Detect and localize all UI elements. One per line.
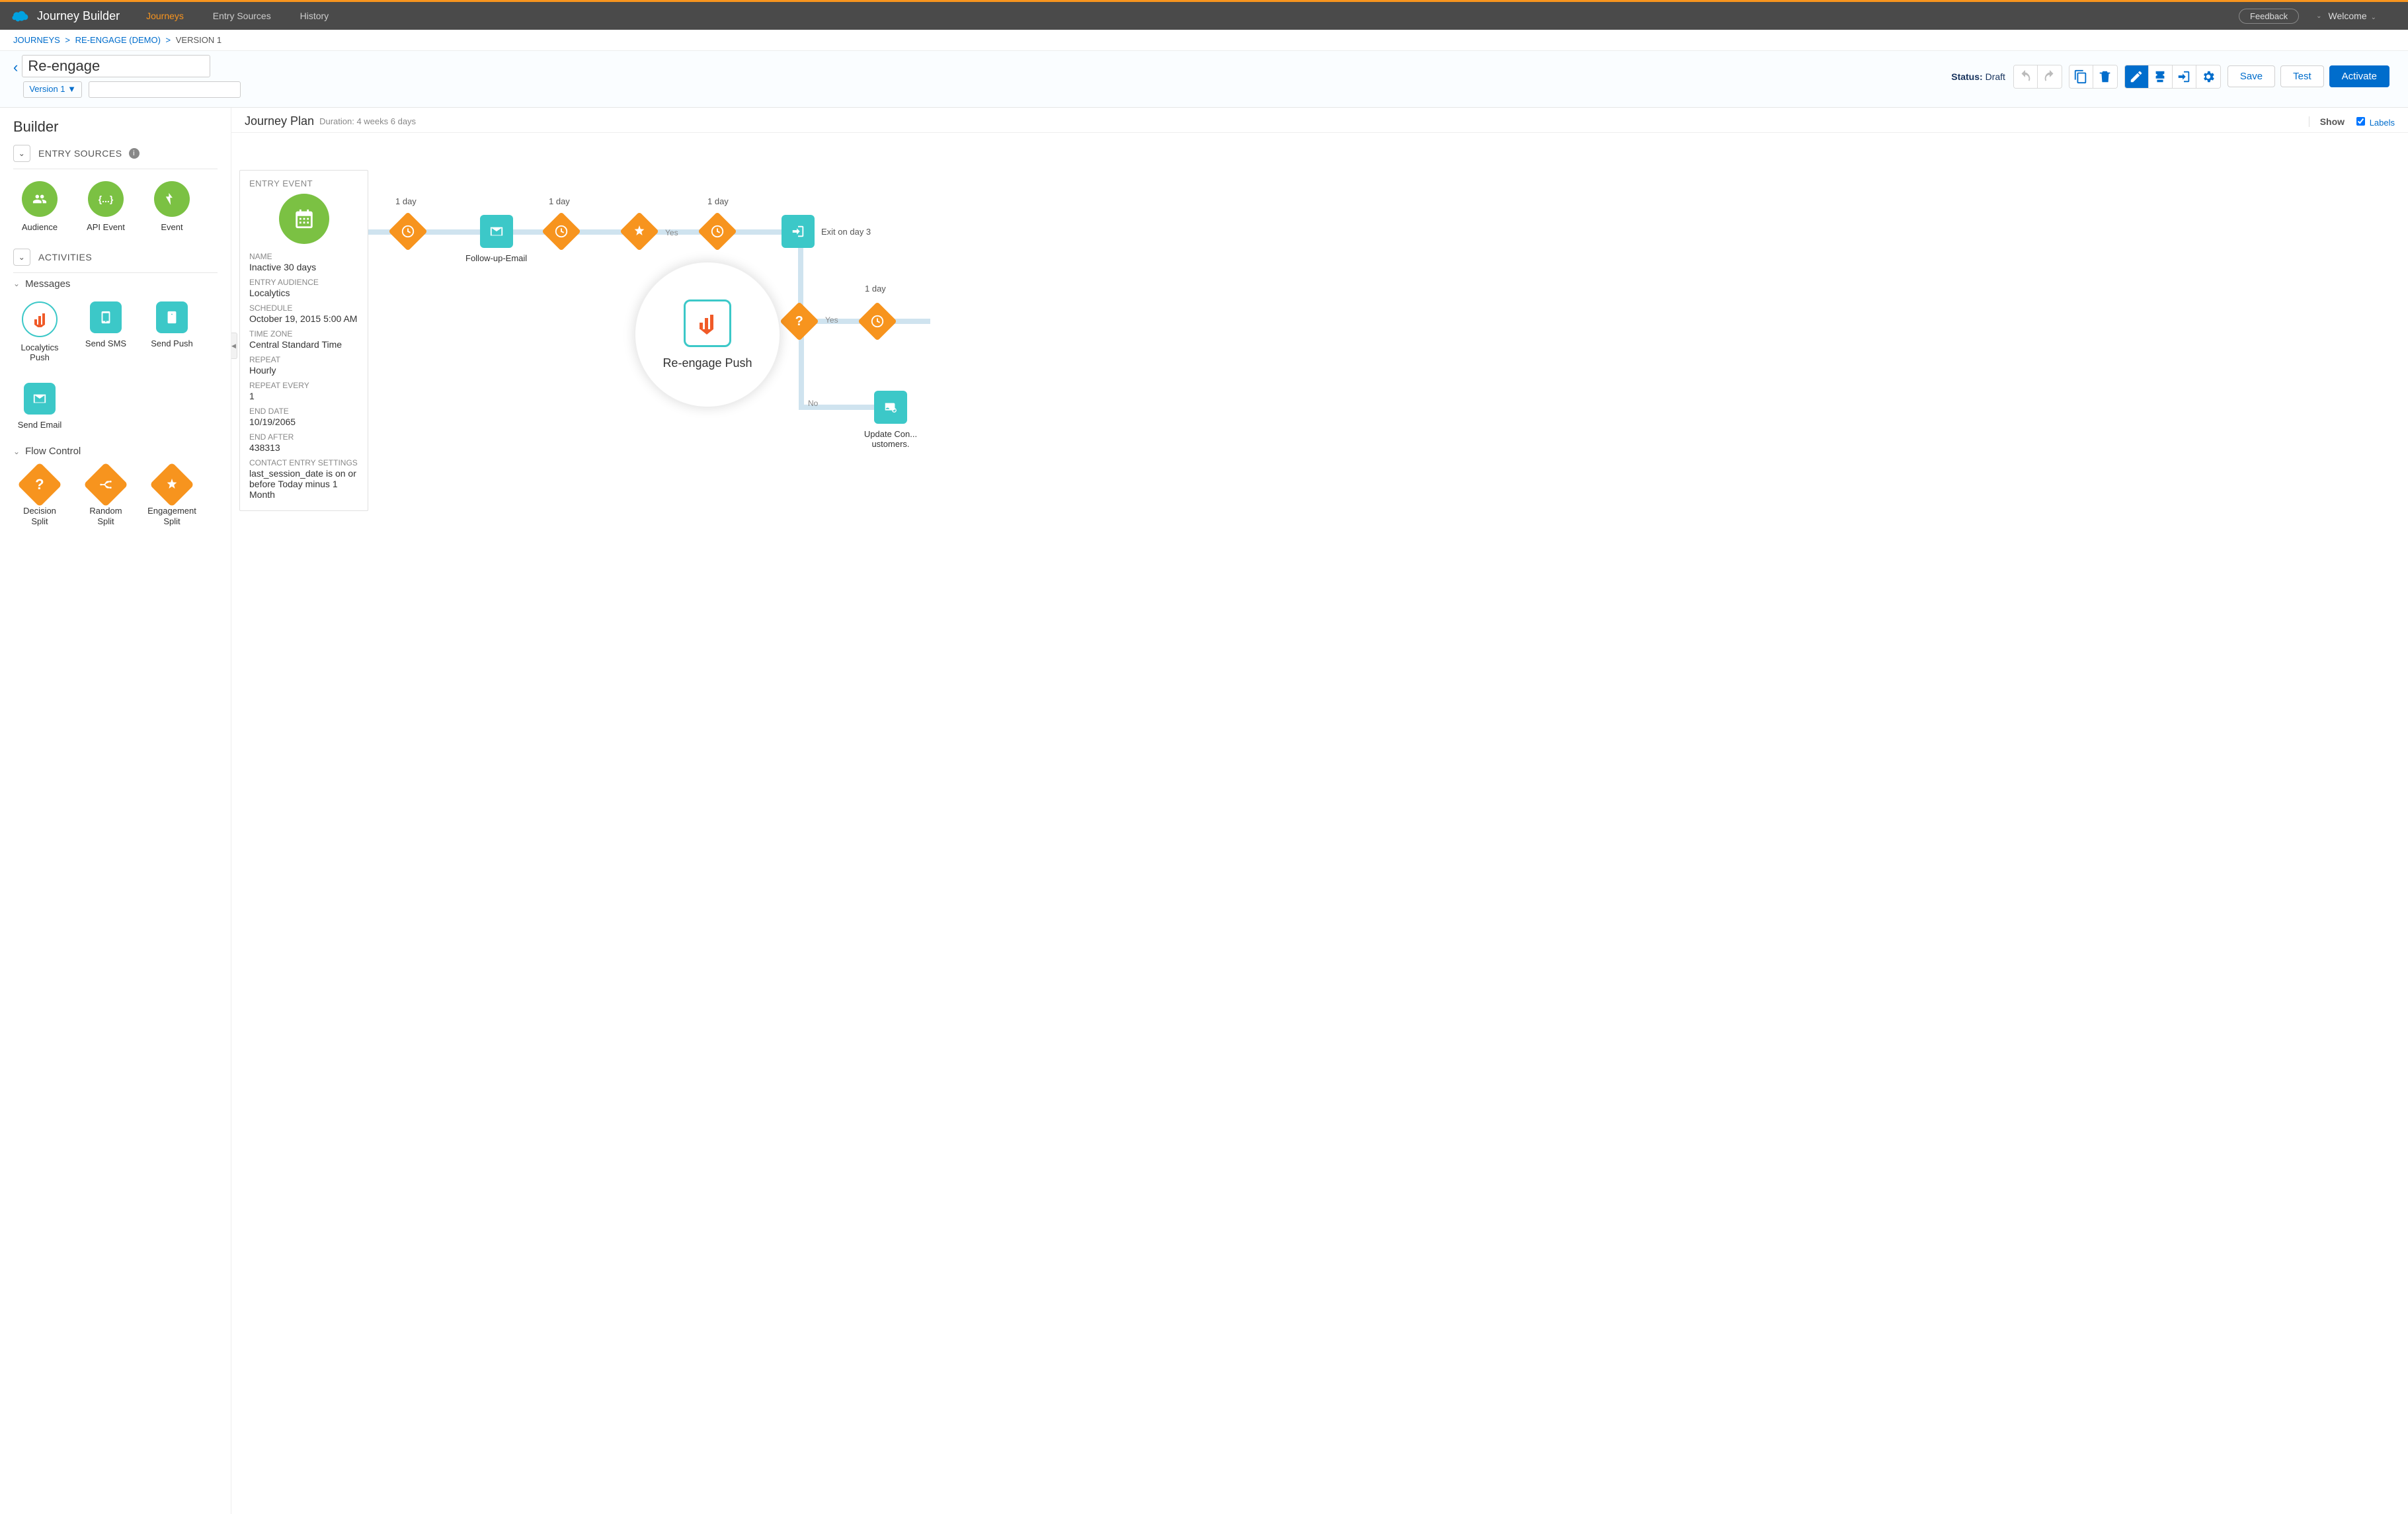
pal-send-email[interactable]: Send Email [16, 383, 63, 430]
node-followup-email[interactable]: Follow-up-Email [465, 215, 527, 263]
zoom-preview: Re-engage Push [635, 262, 780, 407]
copy-button[interactable] [2069, 65, 2093, 88]
node-exit[interactable] [782, 215, 815, 248]
breadcrumb: JOURNEYS > RE-ENGAGE (DEMO) > VERSION 1 [0, 30, 2408, 51]
nav-history[interactable]: History [300, 11, 329, 21]
pal-api-event[interactable]: {...} API Event [82, 181, 130, 233]
sub-flow-control[interactable]: ⌄Flow Control [13, 446, 218, 457]
journey-title-input[interactable] [22, 55, 210, 77]
pal-send-sms[interactable]: Send SMS [82, 301, 130, 363]
node-wait-4[interactable] [863, 307, 891, 335]
top-nav: Journey Builder Journeys Entry Sources H… [0, 2, 2408, 30]
salesforce-cloud-icon [12, 10, 30, 22]
labels-checkbox[interactable]: Labels [2354, 115, 2395, 128]
entry-event-card[interactable]: ENTRY EVENT NAMEInactive 30 days ENTRY A… [239, 170, 368, 511]
delete-button[interactable] [2093, 65, 2117, 88]
pal-decision-split[interactable]: ? Decision Split [16, 469, 63, 526]
show-label: Show [2309, 116, 2345, 127]
undo-button [2014, 65, 2038, 88]
journey-canvas[interactable]: ◀ Journey Plan Duration: 4 weeks 6 days … [231, 108, 2408, 1514]
feedback-button[interactable]: Feedback [2239, 9, 2299, 24]
canvas-header: Journey Plan Duration: 4 weeks 6 days Sh… [231, 108, 2408, 133]
activities-toggle[interactable]: ⌄ [13, 249, 30, 266]
localytics-icon [32, 311, 48, 327]
status-label: Status: Draft [1951, 71, 2005, 82]
edge-yes-1: Yes [665, 228, 678, 237]
pal-audience[interactable]: Audience [16, 181, 63, 233]
sidebar-title: Builder [13, 118, 218, 136]
pal-engagement-split[interactable]: Engagement Split [148, 469, 196, 526]
crumb-current: VERSION 1 [176, 35, 221, 45]
node-update-contact[interactable]: Update Con... ustomers. [861, 391, 920, 449]
node-decision-split[interactable]: ? [785, 307, 813, 335]
exit-criteria-button[interactable] [2173, 65, 2196, 88]
calendar-icon [279, 194, 329, 244]
nav-journeys[interactable]: Journeys [146, 11, 184, 21]
edit-mode-button[interactable] [2125, 65, 2149, 88]
activate-button[interactable]: Activate [2329, 65, 2389, 87]
redo-button [2038, 65, 2062, 88]
node-wait-2[interactable] [547, 218, 575, 245]
node-wait-1[interactable] [394, 218, 422, 245]
localytics-icon [696, 312, 719, 335]
page-header: ‹ Version 1 ▼ Status: Draft Save Test Ac… [0, 51, 2408, 108]
edge-yes-2: Yes [825, 315, 838, 325]
account-menu-chevron-icon[interactable]: ⌄ [2316, 13, 2321, 20]
welcome-menu[interactable]: Welcome⌄ [2329, 11, 2376, 21]
nav-entry-sources[interactable]: Entry Sources [213, 11, 271, 21]
edge-no: No [808, 399, 818, 408]
back-button[interactable]: ‹ [13, 59, 18, 76]
edge-1day-2: 1 day [549, 196, 570, 206]
save-button[interactable]: Save [2227, 65, 2275, 87]
settings-button[interactable] [2196, 65, 2220, 88]
pal-localytics-push[interactable]: Localytics Push [16, 301, 63, 363]
node-engagement-split[interactable] [625, 218, 653, 245]
crumb-journeys[interactable]: JOURNEYS [13, 35, 60, 45]
node-wait-3[interactable] [703, 218, 731, 245]
test-button[interactable]: Test [2280, 65, 2324, 87]
crumb-reengage[interactable]: RE-ENGAGE (DEMO) [75, 35, 161, 45]
pal-random-split[interactable]: Random Split [82, 469, 130, 526]
journey-desc-input[interactable] [89, 81, 241, 98]
section-entry-sources: ⌄ ENTRY SOURCES i [13, 145, 218, 169]
pal-event[interactable]: Event [148, 181, 196, 233]
section-activities: ⌄ ACTIVITIES [13, 249, 218, 273]
builder-sidebar: Builder ⌄ ENTRY SOURCES i Audience {...}… [0, 108, 231, 1514]
edge-1day-3: 1 day [707, 196, 729, 206]
sub-messages[interactable]: ⌄Messages [13, 278, 218, 290]
pal-send-push[interactable]: Send Push [148, 301, 196, 363]
edge-1day-4: 1 day [865, 284, 886, 294]
goals-button[interactable] [2149, 65, 2173, 88]
app-brand: Journey Builder [37, 9, 120, 23]
entry-sources-toggle[interactable]: ⌄ [13, 145, 30, 162]
version-select[interactable]: Version 1 ▼ [23, 81, 82, 98]
edge-1day-1: 1 day [395, 196, 417, 206]
info-icon[interactable]: i [129, 148, 140, 159]
exit-label: Exit on day 3 [821, 227, 871, 237]
